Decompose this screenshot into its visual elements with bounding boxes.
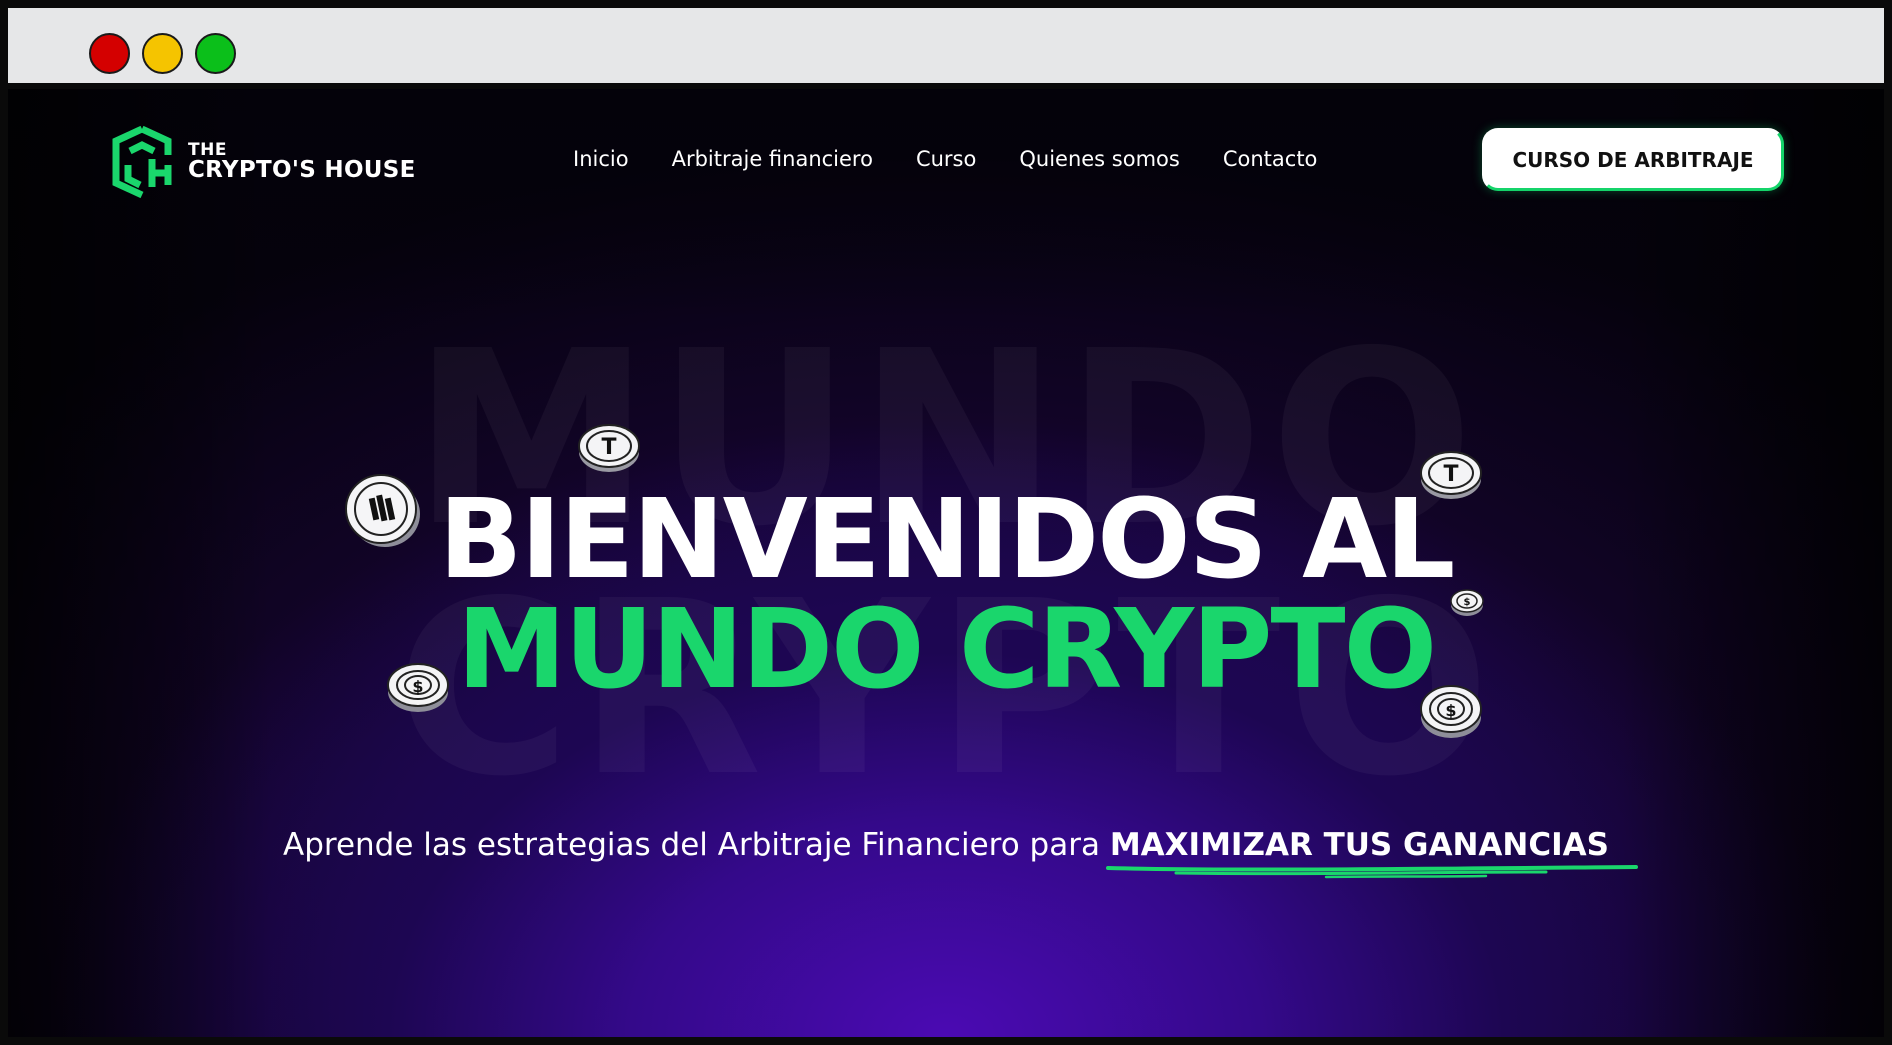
crypto-house-logo-icon [112, 125, 172, 199]
page-viewport: MUNDO CRYPTO THE [8, 89, 1884, 1037]
nav-item-contacto[interactable]: Contacto [1223, 147, 1318, 171]
brand-line-2: CRYPTO'S HOUSE [188, 157, 416, 183]
brand-name: THE CRYPTO'S HOUSE [188, 142, 416, 182]
usd-coin-icon: $ [1450, 589, 1484, 616]
usd-coin-icon: $ [1420, 685, 1482, 738]
browser-window: MUNDO CRYPTO THE [0, 0, 1892, 1045]
nav-item-arbitraje-financiero[interactable]: Arbitraje financiero [672, 147, 873, 171]
main-menu: Inicio Arbitraje financiero Curso Quiene… [573, 147, 1360, 171]
hero-subtitle-emphasis: MAXIMIZAR TUS GANANCIAS [1105, 827, 1638, 879]
maximize-window-button[interactable] [195, 33, 236, 74]
nav-item-curso[interactable]: Curso [916, 147, 976, 171]
nav-item-quienes-somos[interactable]: Quienes somos [1019, 147, 1179, 171]
tether-coin-icon: T [1420, 451, 1482, 499]
usd-coin-icon: $ [387, 663, 449, 712]
svg-text:$: $ [412, 677, 423, 696]
hero-subtitle: Aprende las estrategias del Arbitraje Fi… [8, 827, 1884, 879]
hero-headline-line-1: BIENVENIDOS AL [438, 475, 1456, 603]
tether-coin-icon: T [578, 424, 640, 472]
hero-subtitle-emphasis-text: MAXIMIZAR TUS GANANCIAS [1109, 827, 1609, 863]
binance-coin-icon [345, 474, 420, 547]
minimize-window-button[interactable] [142, 33, 183, 74]
svg-text:T: T [1443, 462, 1458, 487]
curso-de-arbitraje-button[interactable]: CURSO DE ARBITRAJE [1482, 128, 1784, 191]
svg-text:T: T [601, 435, 616, 460]
top-navigation: THE CRYPTO'S HOUSE Inicio Arbitraje fina… [8, 89, 1884, 239]
svg-text:$: $ [1464, 597, 1471, 608]
svg-text:$: $ [1445, 701, 1456, 720]
brush-underline-icon [1105, 865, 1638, 879]
brand-logo[interactable]: THE CRYPTO'S HOUSE [108, 125, 416, 199]
hero-subtitle-text: Aprende las estrategias del Arbitraje Fi… [283, 827, 1110, 863]
close-window-button[interactable] [89, 33, 130, 74]
nav-item-inicio[interactable]: Inicio [573, 147, 629, 171]
hero-headline-line-2: MUNDO CRYPTO [456, 585, 1437, 713]
browser-titlebar [8, 8, 1884, 83]
